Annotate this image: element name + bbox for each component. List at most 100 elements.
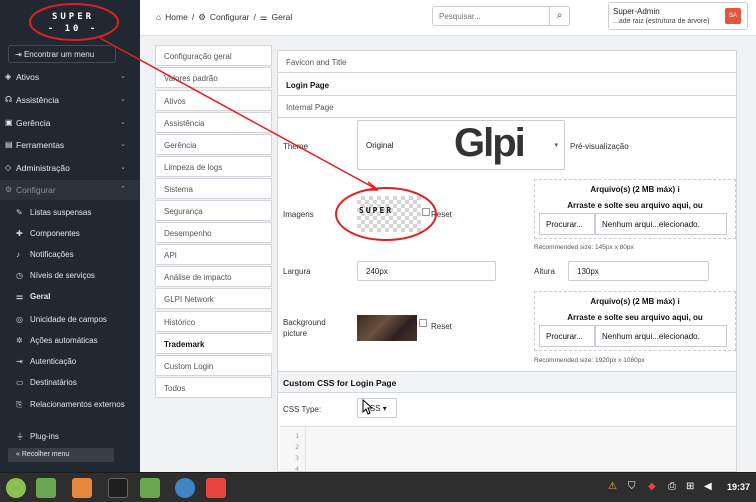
tab-valores-padrao[interactable]: Valores padrão xyxy=(155,67,272,88)
tab-seguranca[interactable]: Segurança xyxy=(155,200,272,221)
accordion-login-page[interactable]: Login Page xyxy=(278,74,736,96)
tab-trademark[interactable]: Trademark xyxy=(155,333,272,354)
tab-limpeza-logs[interactable]: Limpeza de logs xyxy=(155,156,272,177)
find-menu-button[interactable]: ⇥ Encontrar um menu xyxy=(8,45,116,63)
glpi-logo-text: Glpi xyxy=(454,121,526,165)
briefcase-icon: ▤ xyxy=(5,140,13,149)
info-icon: i xyxy=(677,297,680,306)
sub-item-listas[interactable]: ✎ Listas suspensas xyxy=(16,208,138,218)
line-number: 2 xyxy=(295,443,299,451)
user-name: Super-Admin xyxy=(613,7,660,16)
logo-text-top: SUPER xyxy=(51,12,95,22)
chevron-down-icon: ⌄ xyxy=(120,164,126,171)
nav-label: Configurar xyxy=(16,185,56,195)
terminal-icon[interactable] xyxy=(108,478,128,498)
sub-item-destinatarios[interactable]: ▭ Destinatários xyxy=(16,378,138,388)
accordion-favicon-title[interactable]: Favicon and Title xyxy=(278,51,736,73)
clock[interactable]: 19:37 xyxy=(727,482,750,492)
sub-item-notificacoes[interactable]: ♪ Notificações xyxy=(16,250,138,260)
tab-glpi-network[interactable]: GLPI Network xyxy=(155,288,272,309)
home-icon: ⌂ xyxy=(156,12,162,22)
breadcrumb-geral[interactable]: Geral xyxy=(272,12,293,22)
sub-item-autenticacao[interactable]: ⇥ Autenticação xyxy=(16,357,138,367)
preview-label: Pré-visualização xyxy=(570,142,629,151)
sub-item-niveis[interactable]: ◷ Níveis de serviços xyxy=(16,271,138,281)
tab-custom-login[interactable]: Custom Login xyxy=(155,355,272,376)
tab-ativos[interactable]: Ativos xyxy=(155,90,272,111)
sub-label: Componentes xyxy=(30,229,80,238)
collapse-menu-button[interactable]: « Recolher menu xyxy=(8,448,114,462)
breadcrumb-home[interactable]: Home xyxy=(165,12,188,22)
reset-label: Reset xyxy=(431,322,452,331)
user-menu[interactable]: Super-Admin ...ade raiz (estrutura de ár… xyxy=(608,2,748,30)
firefox-icon[interactable] xyxy=(72,478,92,498)
anydesk-tray-icon[interactable]: ◆ xyxy=(648,481,656,492)
browse-button[interactable]: Procurar... xyxy=(539,325,595,347)
height-label: Altura xyxy=(534,267,555,276)
reset-logo-checkbox[interactable] xyxy=(422,208,430,216)
clock-icon: ◷ xyxy=(16,271,23,280)
width-label: Largura xyxy=(283,267,311,276)
sub-item-acoes[interactable]: ✲ Ações automáticas xyxy=(16,336,138,346)
width-input[interactable]: 240px xyxy=(357,261,496,281)
thumbnail-logo-text: SUPER xyxy=(359,206,394,215)
logo-dropzone[interactable]: Arquivo(s) (2 MB máx) i Arraste e solte … xyxy=(534,179,736,239)
folder-icon[interactable] xyxy=(140,478,160,498)
browse-button[interactable]: Procurar... xyxy=(539,213,595,235)
shield-icon[interactable]: ⛉ xyxy=(628,481,636,492)
sliders-icon: ⚌ xyxy=(16,292,24,301)
dropzone-title-text: Arquivo(s) (2 MB máx) xyxy=(590,185,676,194)
nav-item-ferramentas[interactable]: ▤ Ferramentas ⌄ xyxy=(0,135,140,155)
search-button[interactable]: ⌕ xyxy=(549,7,569,25)
anydesk-icon[interactable] xyxy=(206,478,226,498)
os-taskbar: ⚠ ⛉ ◆ ⎙ ⊞ ◀ 19:37 xyxy=(0,472,756,502)
breadcrumb-configurar[interactable]: Configurar xyxy=(210,12,250,22)
sub-item-relacionamentos[interactable]: ⎘ Relacionamentos externos xyxy=(16,400,138,410)
background-dropzone[interactable]: Arquivo(s) (2 MB máx) i Arraste e solte … xyxy=(534,291,736,351)
warning-icon[interactable]: ⚠ xyxy=(608,481,617,492)
nav-item-administracao[interactable]: ◇ Administração ⌄ xyxy=(0,158,140,178)
css-code-editor[interactable]: 1 2 3 4 xyxy=(280,426,736,471)
tab-desempenho[interactable]: Desempenho xyxy=(155,222,272,243)
nav-item-ativos[interactable]: ◈ Ativos ⌄ xyxy=(0,67,140,87)
accordion-internal-page[interactable]: Internal Page xyxy=(278,96,736,118)
global-search: ⌕ xyxy=(432,6,570,26)
volume-icon[interactable]: ◀ xyxy=(704,481,712,492)
tab-api[interactable]: API xyxy=(155,244,272,265)
tab-todos[interactable]: Todos xyxy=(155,377,272,398)
breadcrumb-separator: / xyxy=(253,12,256,22)
chevron-down-icon: ▾ xyxy=(382,404,387,413)
network-icon[interactable]: ⊞ xyxy=(686,481,694,492)
sub-item-geral[interactable]: ⚌ Geral xyxy=(16,292,138,302)
images-label: Imagens xyxy=(283,210,314,219)
tab-historico[interactable]: Histórico xyxy=(155,311,272,332)
nav-label: Assistência xyxy=(16,95,59,105)
files-icon[interactable] xyxy=(36,478,56,498)
glpi-logo-preview: Glpi xyxy=(454,121,546,167)
dropzone-hint: Arraste e solte seu arquivo aqui, ou xyxy=(567,201,703,210)
tab-analise-impacto[interactable]: Análise de impacto xyxy=(155,266,272,287)
tab-assistencia[interactable]: Assistência xyxy=(155,112,272,133)
height-input[interactable]: 130px xyxy=(568,261,709,281)
tab-gerencia[interactable]: Gerência xyxy=(155,134,272,155)
sub-label: Listas suspensas xyxy=(30,208,92,217)
reset-background-checkbox[interactable] xyxy=(419,319,427,327)
tab-sistema[interactable]: Sistema xyxy=(155,178,272,199)
sub-item-plugins[interactable]: ⏚ Plug-ins xyxy=(16,432,138,442)
trademark-panel: Favicon and Title Login Page Internal Pa… xyxy=(277,50,737,472)
nav-item-configurar[interactable]: ⚙ Configurar ⌃ xyxy=(0,180,140,200)
sub-item-unicidade[interactable]: ◎ Unicidade de campos xyxy=(16,315,138,325)
nav-item-gerencia[interactable]: ▣ Gerência ⌄ xyxy=(0,113,140,133)
dropzone-title-text: Arquivo(s) (2 MB máx) xyxy=(590,297,676,306)
app-logo[interactable]: SUPER - 10 - xyxy=(32,6,114,38)
plug-icon: ⏚ xyxy=(16,432,24,441)
mint-menu-icon[interactable] xyxy=(6,478,26,498)
sub-item-componentes[interactable]: ✚ Componentes xyxy=(16,229,138,239)
search-input[interactable] xyxy=(433,7,551,25)
nav-item-assistencia[interactable]: ☊ Assistência ⌄ xyxy=(0,90,140,110)
chevron-down-icon: ▾ xyxy=(554,142,558,149)
theme-select[interactable]: Original Glpi ▾ xyxy=(357,120,565,170)
update-manager-icon[interactable] xyxy=(175,478,195,498)
tab-configuracao-geral[interactable]: Configuração geral xyxy=(155,45,272,66)
printer-icon[interactable]: ⎙ xyxy=(668,481,676,492)
